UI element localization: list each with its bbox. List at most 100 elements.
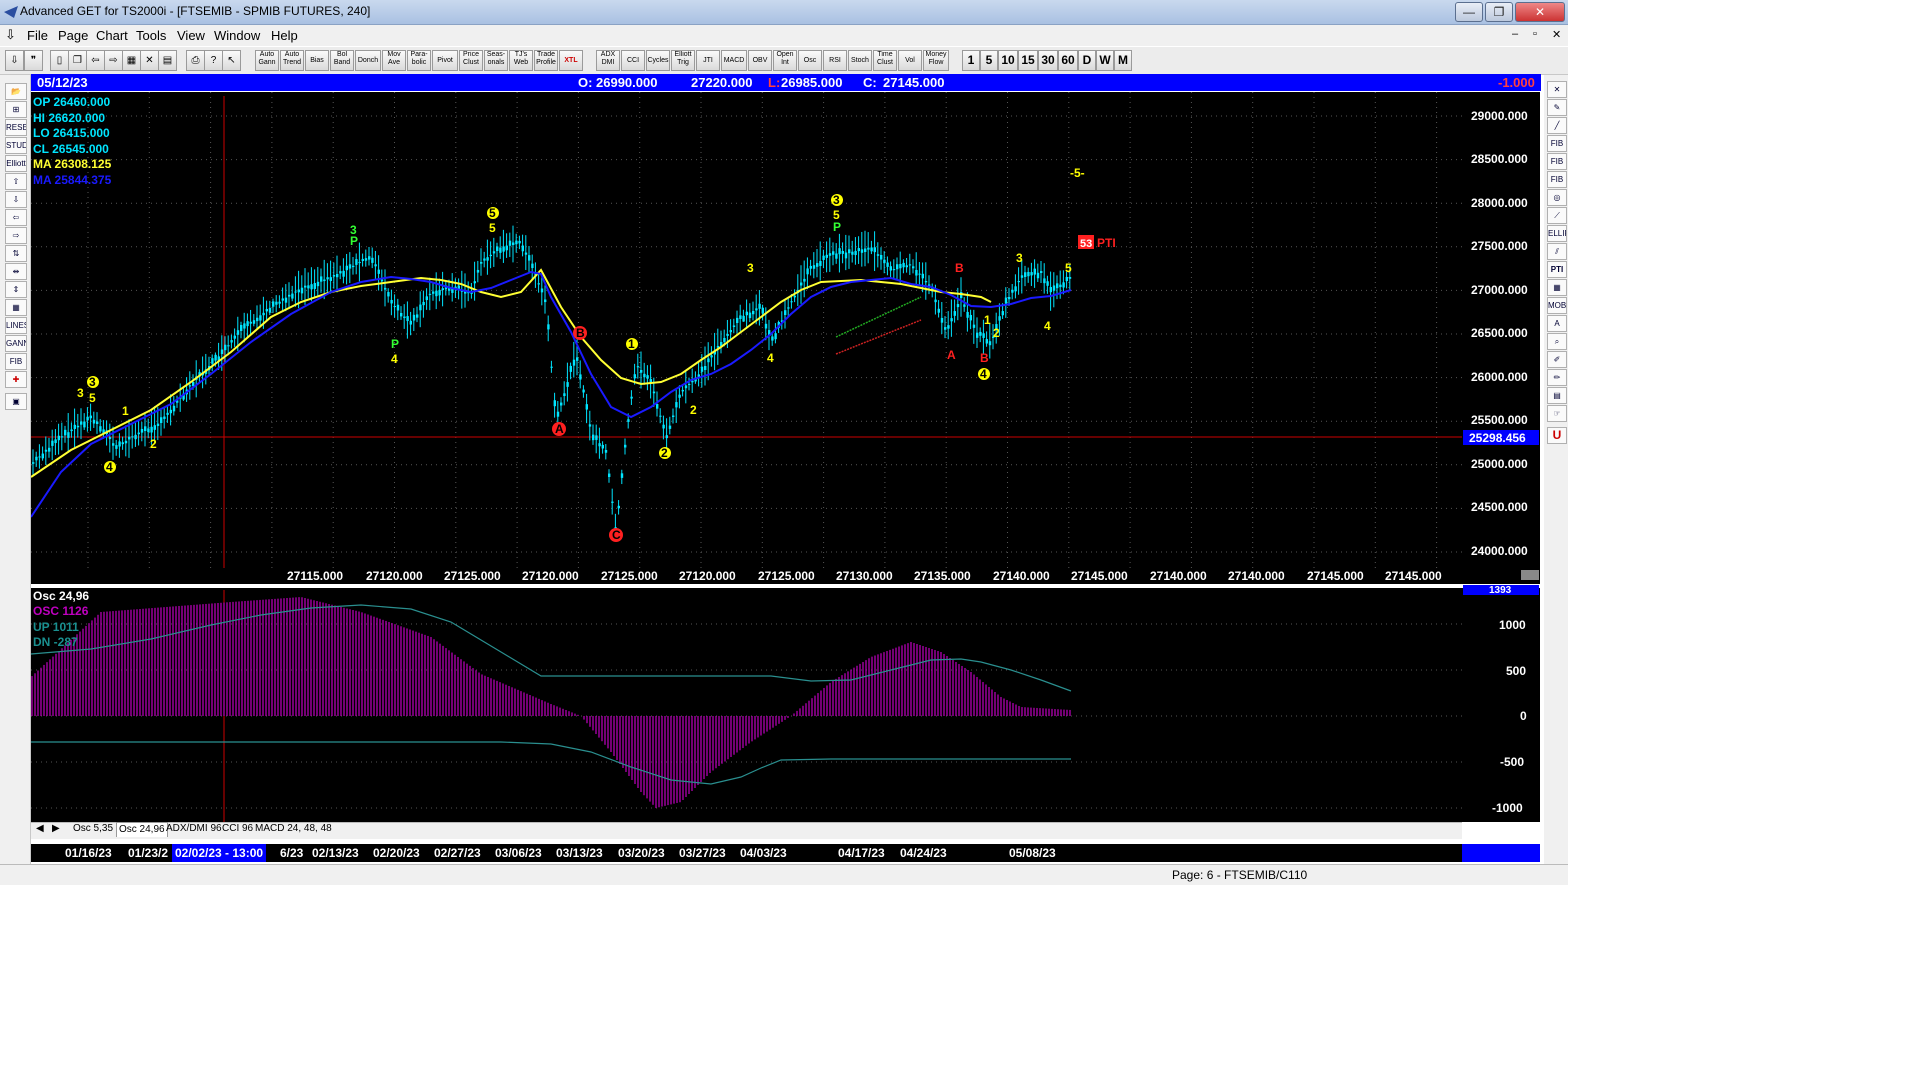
close-button[interactable]: ✕ <box>1515 2 1565 22</box>
context-help-icon[interactable]: ↖ <box>222 50 241 71</box>
grid-tool-icon[interactable]: ▦ <box>5 299 27 316</box>
ellipse-button[interactable]: ELLIPS <box>1547 225 1567 242</box>
bars-icon[interactable]: ⊞ <box>5 101 27 118</box>
mdi-restore-button[interactable]: ▫ <box>1533 28 1537 40</box>
fib-ext-button[interactable]: FIB EXT <box>1547 153 1567 170</box>
pti-button[interactable]: PTI <box>1547 261 1567 278</box>
back-icon[interactable]: ⇦ <box>86 50 105 71</box>
tool-bol-band[interactable]: Bol Band <box>330 50 354 71</box>
arrow-right-icon[interactable]: ⇨ <box>5 227 27 244</box>
open-icon[interactable]: 📂 <box>5 83 27 100</box>
menu-page[interactable]: Page <box>58 28 88 43</box>
menu-file[interactable]: File <box>27 28 48 43</box>
interval-d[interactable]: D <box>1078 50 1096 71</box>
tool-price-clust[interactable]: Price Clust <box>459 50 483 71</box>
tool-vol[interactable]: Vol <box>898 50 922 71</box>
fib-button[interactable]: FIB <box>5 353 27 370</box>
x-tool-icon[interactable]: ✕ <box>1547 81 1567 98</box>
forward-icon[interactable]: ⇨ <box>104 50 123 71</box>
pointer-tool-icon[interactable]: ⇩ <box>5 50 24 71</box>
tool-cci[interactable]: CCI <box>621 50 645 71</box>
elliott-button[interactable]: Elliott <box>5 155 27 172</box>
menu-tools[interactable]: Tools <box>136 28 166 43</box>
line-tool-icon[interactable]: ╱ <box>1547 117 1567 134</box>
interval-1[interactable]: 1 <box>962 50 980 71</box>
grid-right-icon[interactable]: ▦ <box>1547 279 1567 296</box>
tool-auto-gann[interactable]: Auto Gann <box>255 50 279 71</box>
tool-time-clust[interactable]: Time Clust <box>873 50 897 71</box>
tool-donch[interactable]: Donch <box>355 50 381 71</box>
arrow-down-icon[interactable]: ⇩ <box>5 191 27 208</box>
help-icon[interactable]: ? <box>204 50 223 71</box>
tab-osc-24-96[interactable]: Osc 24,96 <box>116 822 168 837</box>
pencil-icon[interactable]: ✎ <box>1547 99 1567 116</box>
fib-ret-button[interactable]: FIB RET <box>1547 135 1567 152</box>
tool-macd[interactable]: MACD <box>721 50 747 71</box>
tool-mov-ave[interactable]: Mov Ave <box>382 50 406 71</box>
tool-bias[interactable]: Bias <box>305 50 329 71</box>
quote-tool-icon[interactable]: ❞ <box>24 50 43 71</box>
arrow-left-icon[interactable]: ⇦ <box>5 209 27 226</box>
interval-60[interactable]: 60 <box>1058 50 1078 71</box>
text-tool-icon[interactable]: A <box>1547 315 1567 332</box>
tool-pivot[interactable]: Pivot <box>432 50 458 71</box>
crosshair-icon[interactable]: ✚ <box>5 371 27 388</box>
tool-tj-web[interactable]: TJ's Web <box>509 50 533 71</box>
tool-adx-dmi[interactable]: ADX DMI <box>596 50 620 71</box>
fan-tool-icon[interactable]: ⟋ <box>1547 207 1567 224</box>
interval-5[interactable]: 5 <box>980 50 998 71</box>
tool-open-int[interactable]: Open Int <box>773 50 797 71</box>
copy-page-icon[interactable]: ❐ <box>68 50 87 71</box>
tab-scroll-left-icon[interactable]: ◀ <box>36 822 44 836</box>
tab-scroll-right-icon[interactable]: ▶ <box>52 822 60 836</box>
interval-30[interactable]: 30 <box>1038 50 1058 71</box>
minimize-button[interactable]: — <box>1455 2 1483 22</box>
tool-osc[interactable]: Osc <box>798 50 822 71</box>
tool-elliott-trig[interactable]: Elliott Trig <box>671 50 695 71</box>
tool-cycles[interactable]: Cycles <box>646 50 670 71</box>
cursor-icon[interactable]: ☞ <box>1547 405 1567 422</box>
paint-icon[interactable]: ✐ <box>1547 351 1567 368</box>
maximize-button[interactable]: ❐ <box>1485 2 1513 22</box>
delete-icon[interactable]: ✕ <box>140 50 159 71</box>
interval-w[interactable]: W <box>1096 50 1114 71</box>
interval-15[interactable]: 15 <box>1018 50 1038 71</box>
page-icon[interactable]: ▣ <box>5 393 27 410</box>
interval-m[interactable]: M <box>1114 50 1132 71</box>
channel-tool-icon[interactable]: ⫽ <box>1547 243 1567 260</box>
tool-money-flow[interactable]: Money Flow <box>923 50 949 71</box>
print-icon[interactable]: ⎙ <box>186 50 205 71</box>
circle-tool-icon[interactable]: ◎ <box>1547 189 1567 206</box>
scroll-corner-icon[interactable] <box>1521 570 1539 580</box>
grid-icon[interactable]: ▤ <box>158 50 177 71</box>
menu-help[interactable]: Help <box>271 28 298 43</box>
gann-button[interactable]: GANN <box>5 335 27 352</box>
marker-icon[interactable]: ✏ <box>1547 369 1567 386</box>
mob-button[interactable]: MOB <box>1547 297 1567 314</box>
interval-10[interactable]: 10 <box>998 50 1018 71</box>
reset-button[interactable]: RESET <box>5 119 27 136</box>
tab-adx-dmi[interactable]: ADX/DMI 96 <box>166 822 222 836</box>
tool-obv[interactable]: OBV <box>748 50 772 71</box>
mdi-close-button[interactable]: ✕ <box>1552 28 1561 41</box>
zoom-icon[interactable]: ⌕ <box>1547 333 1567 350</box>
compress-icon[interactable]: ⇅ <box>5 245 27 262</box>
tool-trade-profile[interactable]: Trade Profile <box>534 50 558 71</box>
tab-macd[interactable]: MACD 24, 48, 48 <box>255 822 332 836</box>
tool-stoch[interactable]: Stoch <box>848 50 872 71</box>
chart-area[interactable]: 29000.000 28500.000 28000.000 27500.000 … <box>31 92 1543 844</box>
menu-window[interactable]: Window <box>214 28 260 43</box>
expand-h-icon[interactable]: ⇹ <box>5 263 27 280</box>
tool-seasonals[interactable]: Seas- onals <box>484 50 508 71</box>
mdi-minimize-button[interactable]: – <box>1512 28 1518 40</box>
menu-chart[interactable]: Chart <box>96 28 128 43</box>
tab-cci[interactable]: CCI 96 <box>222 822 253 836</box>
lines-button[interactable]: LINES <box>5 317 27 334</box>
tool-parabolic[interactable]: Para- bolic <box>407 50 431 71</box>
undo-icon[interactable]: U <box>1547 427 1567 444</box>
tab-osc-5-35[interactable]: Osc 5,35 <box>73 822 113 836</box>
tool-rsi[interactable]: RSI <box>823 50 847 71</box>
expand-v-icon[interactable]: ⇕ <box>5 281 27 298</box>
new-page-icon[interactable]: ▯ <box>50 50 69 71</box>
tool-auto-trend[interactable]: Auto Trend <box>280 50 304 71</box>
